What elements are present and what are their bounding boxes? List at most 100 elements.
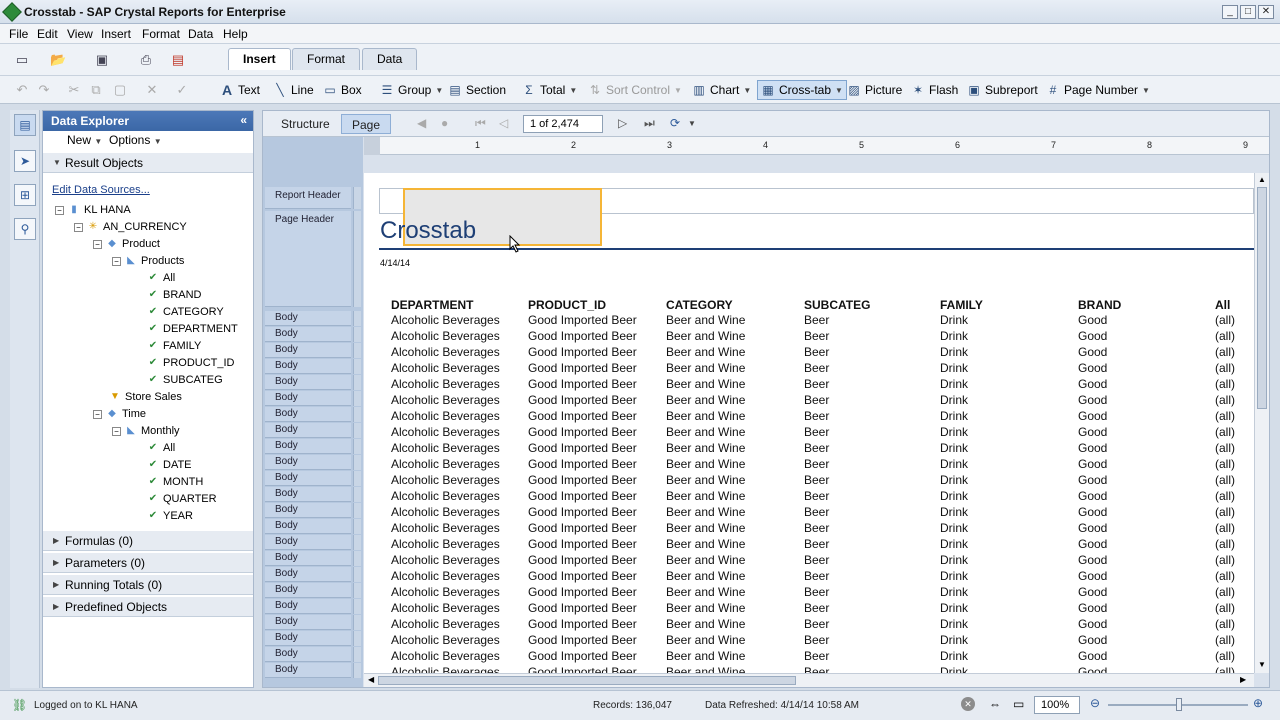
table-cell[interactable]: Drink [940,601,968,615]
table-cell[interactable]: Drink [940,345,968,359]
table-cell[interactable]: Alcoholic Beverages [391,329,500,343]
tree-node-level[interactable]: ✔ PRODUCT_ID [147,357,235,369]
table-cell[interactable]: Beer and Wine [666,521,745,535]
scroll-down-icon[interactable]: ▼ [1257,660,1267,670]
tree-node-time[interactable]: − ◆ Time [93,408,146,420]
table-cell[interactable]: (all) [1215,601,1235,615]
table-cell[interactable]: Good Imported Beer [528,489,637,503]
section-resize-grip[interactable] [353,647,361,662]
tree-node-level[interactable]: ✔ QUARTER [147,493,217,505]
section-body[interactable]: Body [265,471,351,486]
insert-box-button[interactable]: ▭ Box [323,82,361,98]
table-cell[interactable]: Drink [940,553,968,567]
result-objects-section[interactable]: ▼ Result Objects [43,153,253,173]
section-resize-grip[interactable] [353,311,361,326]
table-cell[interactable]: Good Imported Beer [528,505,637,519]
predefined-objects-section[interactable]: ▶ Predefined Objects [43,597,253,617]
table-cell[interactable]: Alcoholic Beverages [391,425,500,439]
tree-node-store-sales[interactable]: ▼ Store Sales [109,391,182,403]
structure-tree-icon[interactable]: ⊞ [14,184,36,206]
table-cell[interactable]: Alcoholic Beverages [391,505,500,519]
section-body[interactable]: Body [265,535,351,550]
table-cell[interactable]: Good [1078,441,1107,455]
section-resize-grip[interactable] [353,663,361,678]
table-cell[interactable]: (all) [1215,361,1235,375]
table-cell[interactable]: Beer [804,345,829,359]
table-cell[interactable]: Beer and Wine [666,361,745,375]
table-cell[interactable]: Drink [940,665,968,673]
print-date[interactable]: 4/14/14 [380,258,410,268]
column-header-category[interactable]: CATEGORY [666,298,733,312]
table-cell[interactable]: (all) [1215,617,1235,631]
report-title[interactable]: Crosstab [380,217,476,245]
section-resize-grip[interactable] [353,631,361,646]
table-cell[interactable]: Drink [940,393,968,407]
table-cell[interactable]: Alcoholic Beverages [391,521,500,535]
section-resize-grip[interactable] [353,519,361,534]
table-cell[interactable]: Beer [804,537,829,551]
table-cell[interactable]: Good Imported Beer [528,473,637,487]
tree-node-level[interactable]: ✔ SUBCATEG [147,374,223,386]
insert-total-button[interactable]: Σ Total ▼ [522,82,577,98]
section-resize-grip[interactable] [353,375,361,390]
menu-view[interactable]: View [67,27,93,41]
table-cell[interactable]: (all) [1215,473,1235,487]
table-cell[interactable]: Beer and Wine [666,377,745,391]
table-cell[interactable]: Beer [804,649,829,663]
edit-data-sources-link[interactable]: Edit Data Sources... [52,184,150,196]
table-cell[interactable]: Good [1078,505,1107,519]
menu-edit[interactable]: Edit [37,27,58,41]
section-resize-grip[interactable] [353,343,361,358]
table-cell[interactable]: Good [1078,409,1107,423]
table-cell[interactable]: Alcoholic Beverages [391,633,500,647]
table-cell[interactable]: Good Imported Beer [528,601,637,615]
table-cell[interactable]: Good [1078,329,1107,343]
table-cell[interactable]: Good [1078,633,1107,647]
table-cell[interactable]: Beer and Wine [666,633,745,647]
insert-chart-button[interactable]: ▥ Chart ▼ [692,82,751,98]
table-cell[interactable]: Good [1078,361,1107,375]
table-cell[interactable]: Drink [940,633,968,647]
scroll-right-icon[interactable]: ▶ [1240,675,1246,684]
table-cell[interactable]: Good [1078,553,1107,567]
tree-node-monthly[interactable]: − ◣ Monthly [112,425,180,437]
delete-icon[interactable]: ✕ [144,82,160,98]
table-cell[interactable]: (all) [1215,553,1235,567]
section-body[interactable]: Body [265,503,351,518]
table-cell[interactable]: Beer and Wine [666,665,745,673]
table-cell[interactable]: Good Imported Beer [528,569,637,583]
table-cell[interactable]: Good Imported Beer [528,457,637,471]
tree-node-level[interactable]: ✔ FAMILY [147,340,202,352]
table-cell[interactable]: (all) [1215,585,1235,599]
zoom-level-input[interactable]: 100% [1034,696,1080,714]
table-cell[interactable]: Drink [940,377,968,391]
table-cell[interactable]: Beer and Wine [666,313,745,327]
table-cell[interactable]: Good [1078,489,1107,503]
table-cell[interactable]: Drink [940,489,968,503]
table-cell[interactable]: Beer [804,601,829,615]
table-cell[interactable]: (all) [1215,633,1235,647]
table-cell[interactable]: Beer [804,553,829,567]
data-explorer-icon[interactable]: ▤ [14,114,36,136]
table-cell[interactable]: Good Imported Beer [528,537,637,551]
table-cell[interactable]: Good Imported Beer [528,393,637,407]
table-cell[interactable]: Good Imported Beer [528,617,637,631]
insert-page-number-button[interactable]: # Page Number ▼ [1046,82,1150,98]
export-pdf-icon[interactable]: ▤ [170,52,186,68]
table-cell[interactable]: Beer and Wine [666,473,745,487]
table-cell[interactable]: Drink [940,313,968,327]
table-cell[interactable]: Drink [940,409,968,423]
table-cell[interactable]: Alcoholic Beverages [391,585,500,599]
table-cell[interactable]: Beer and Wine [666,329,745,343]
tab-structure[interactable]: Structure [271,114,340,134]
table-cell[interactable]: (all) [1215,569,1235,583]
scroll-thumb[interactable] [378,676,796,685]
section-body[interactable]: Body [265,647,351,662]
tree-node-level[interactable]: ✔ DEPARTMENT [147,323,238,335]
table-cell[interactable]: Beer and Wine [666,409,745,423]
table-cell[interactable]: Beer and Wine [666,617,745,631]
table-cell[interactable]: Good Imported Beer [528,409,637,423]
tree-node-level[interactable]: ✔ All [147,442,175,454]
table-cell[interactable]: Good Imported Beer [528,665,637,673]
column-header-brand[interactable]: BRAND [1078,298,1121,312]
